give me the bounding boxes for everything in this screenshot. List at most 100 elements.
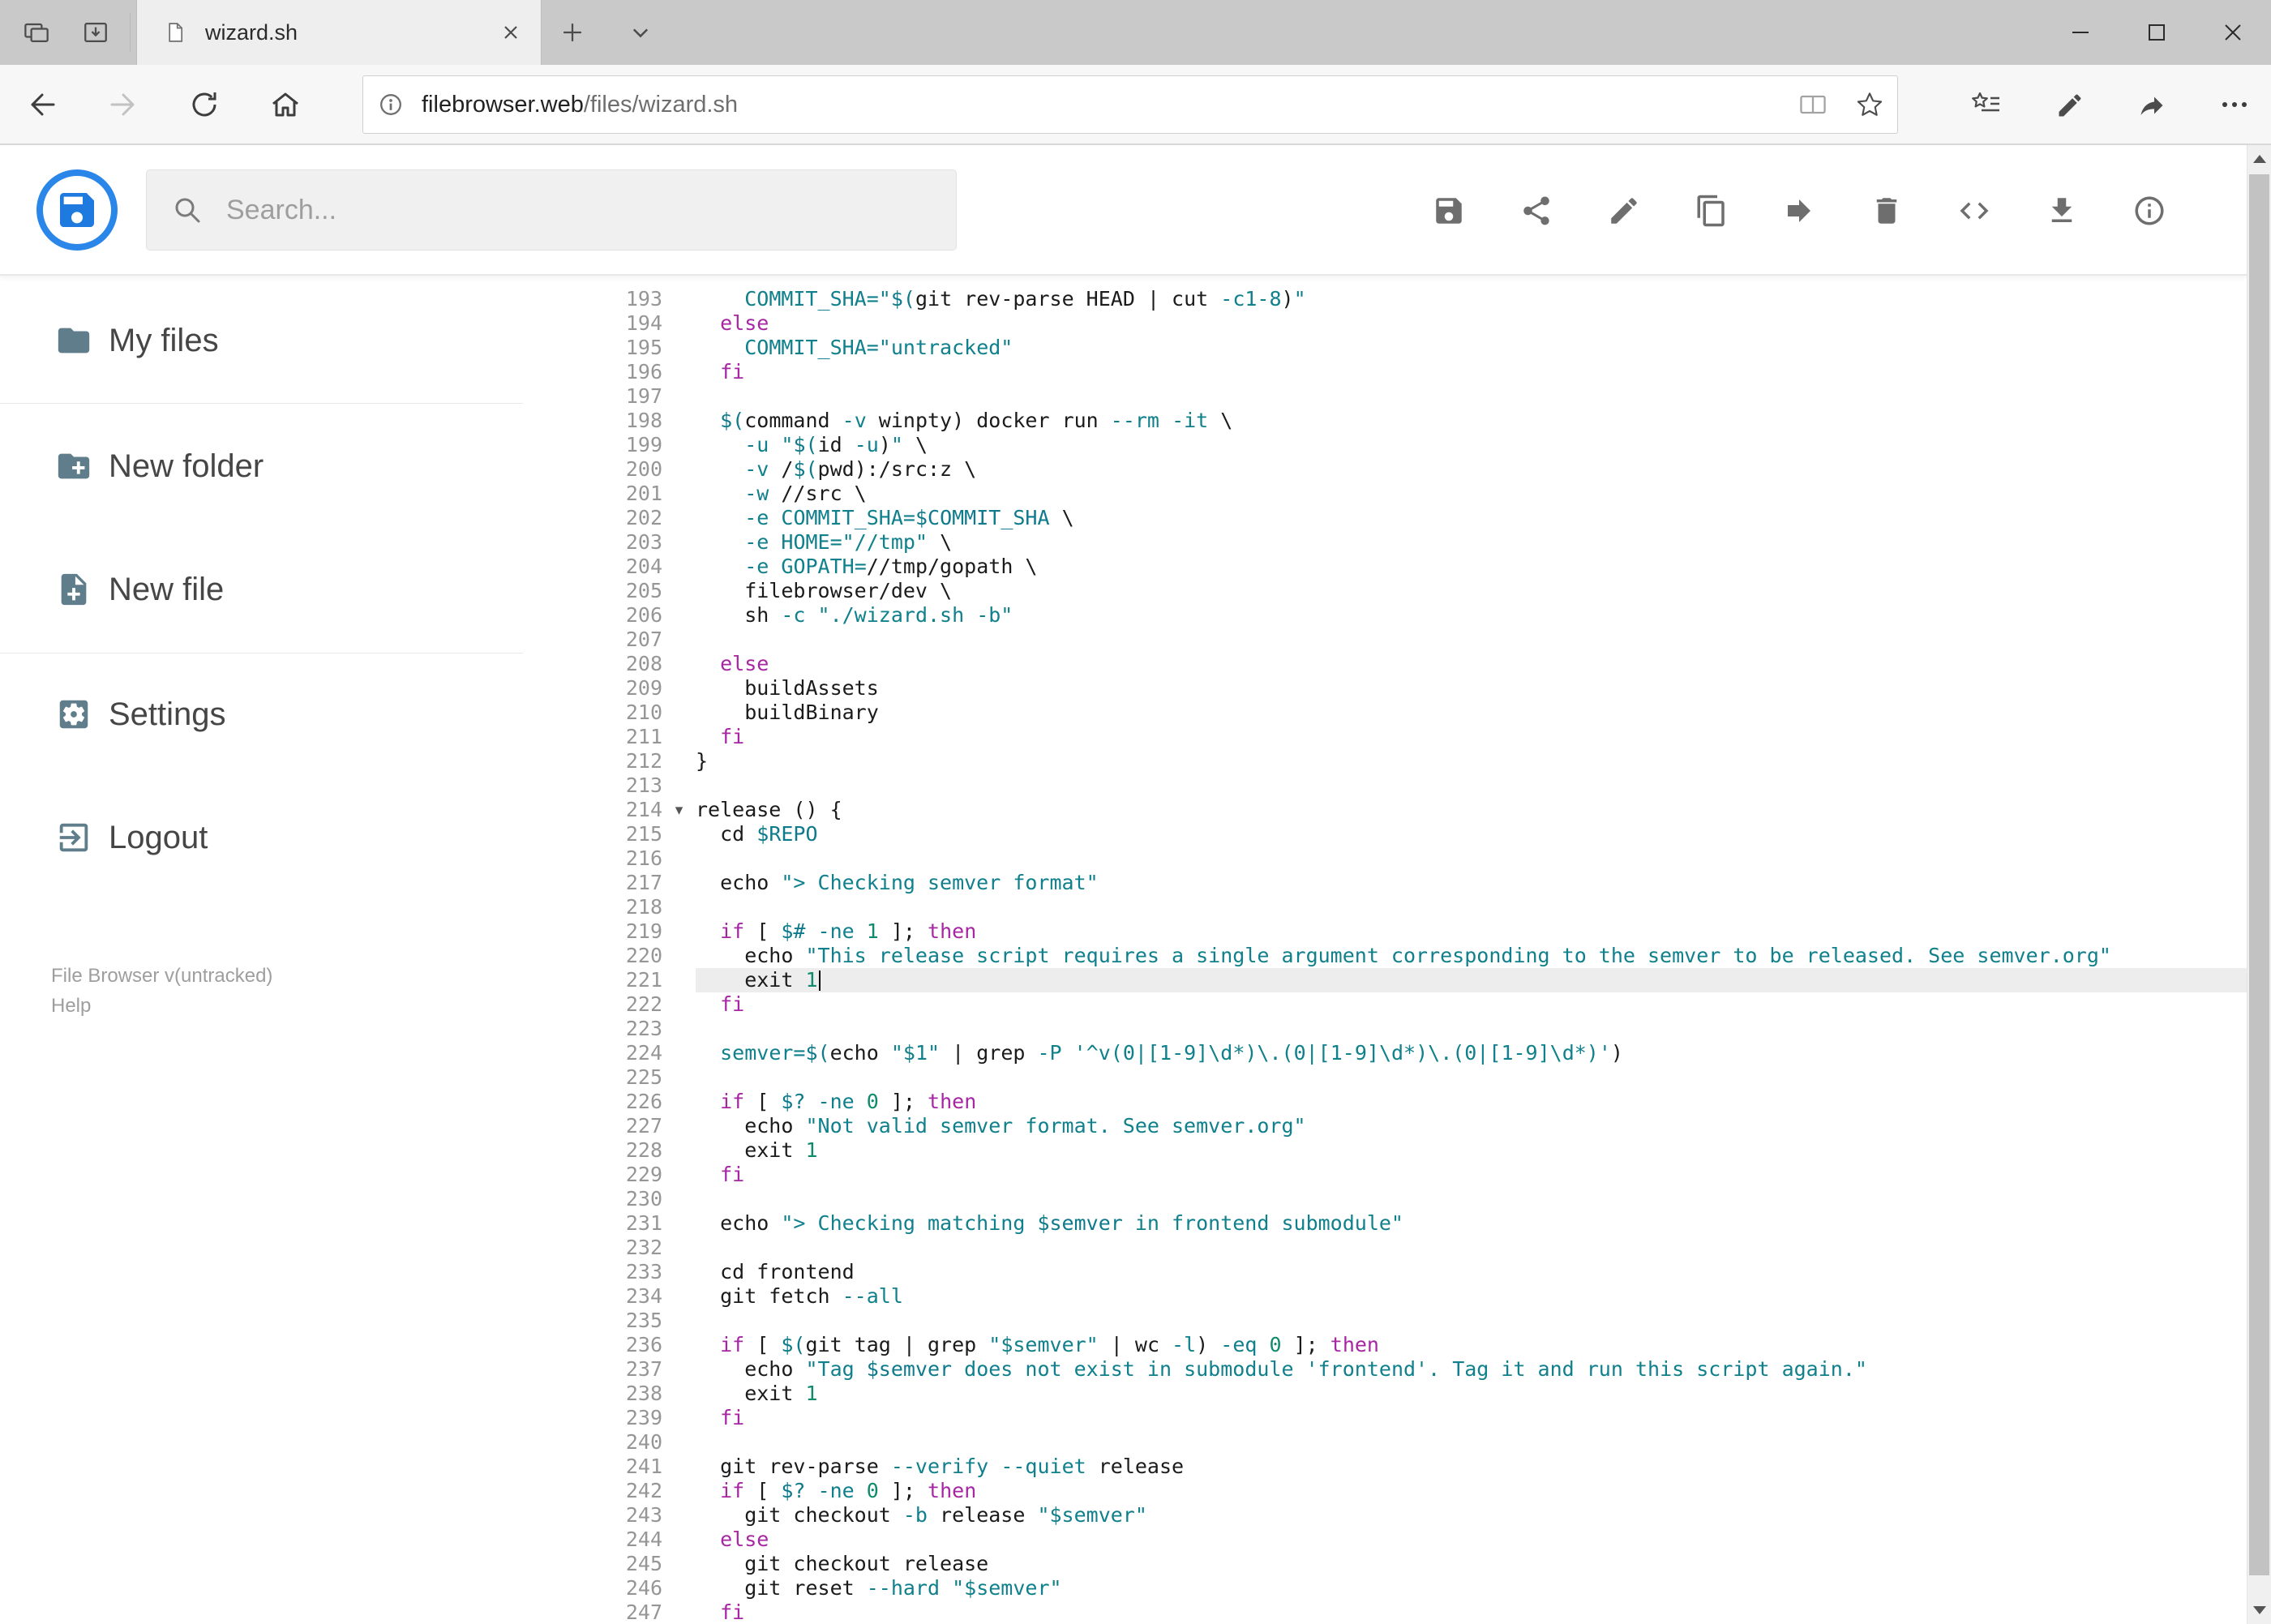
search-bar[interactable] [146,169,957,251]
code-text[interactable]: else [696,652,2247,676]
line-number[interactable]: 196 [523,360,662,384]
info-icon[interactable] [2132,193,2167,229]
favorite-star-icon[interactable] [1853,88,1886,121]
page-info-icon[interactable] [375,88,407,121]
line-number[interactable]: 213 [523,773,662,798]
scroll-down-icon[interactable] [2247,1596,2271,1624]
code-line[interactable]: 197 [523,384,2247,409]
code-line[interactable]: 220 echo "This release script requires a… [523,944,2247,968]
line-number[interactable]: 207 [523,628,662,652]
code-text[interactable]: fi [696,725,2247,749]
refresh-icon[interactable] [186,87,222,122]
code-line[interactable]: 229 fi [523,1163,2247,1187]
code-text[interactable] [696,1309,2247,1333]
code-line[interactable]: 238 exit 1 [523,1382,2247,1406]
line-number[interactable]: 206 [523,603,662,628]
code-text[interactable]: else [696,1528,2247,1552]
back-icon[interactable] [24,87,60,122]
page-scrollbar[interactable] [2247,145,2271,1624]
sidebar-item-settings[interactable]: Settings [0,682,523,747]
code-icon[interactable] [1956,193,1992,229]
code-text[interactable]: if [ $? -ne 0 ]; then [696,1479,2247,1503]
code-line[interactable]: 204 -e GOPATH=//tmp/gopath \ [523,555,2247,579]
code-line[interactable]: 235 [523,1309,2247,1333]
code-line[interactable]: 207 [523,628,2247,652]
line-number[interactable]: 219 [523,919,662,944]
code-text[interactable]: git reset --hard "$semver" [696,1576,2247,1600]
code-line[interactable]: 245 git checkout release [523,1552,2247,1576]
code-line[interactable]: 227 echo "Not valid semver format. See s… [523,1114,2247,1138]
sidebar-item-logout[interactable]: Logout [0,805,523,870]
help-link[interactable]: Help [51,991,91,1021]
tab-close-icon[interactable] [500,22,521,43]
download-icon[interactable] [2044,193,2080,229]
code-line[interactable]: 231 echo "> Checking matching $semver in… [523,1211,2247,1236]
code-line[interactable]: 215 cd $REPO [523,822,2247,846]
scrollbar-thumb[interactable] [2249,174,2269,1575]
line-number[interactable]: 199 [523,433,662,457]
code-line[interactable]: 237 echo "Tag $semver does not exist in … [523,1357,2247,1382]
code-line[interactable]: 211 fi [523,725,2247,749]
code-text[interactable]: COMMIT_SHA="untracked" [696,336,2247,360]
code-text[interactable]: release () { [696,798,2247,822]
line-number[interactable]: 241 [523,1455,662,1479]
code-line[interactable]: 239 fi [523,1406,2247,1430]
code-text[interactable]: exit 1 [696,968,2247,992]
code-text[interactable]: echo "> Checking semver format" [696,871,2247,895]
sidebar-item-new-folder[interactable]: New folder [0,434,523,499]
address-bar[interactable]: filebrowser.web/files/wizard.sh [362,75,1898,134]
code-line[interactable]: 236 if [ $(git tag | grep "$semver" | wc… [523,1333,2247,1357]
code-text[interactable]: fi [696,1600,2247,1624]
code-text[interactable]: -e HOME="//tmp" \ [696,530,2247,555]
code-text[interactable]: COMMIT_SHA="$(git rev-parse HEAD | cut -… [696,287,2247,311]
code-text[interactable]: fi [696,1163,2247,1187]
line-number[interactable]: 236 [523,1333,662,1357]
close-button[interactable] [2195,0,2271,65]
code-text[interactable]: if [ $(git tag | grep "$semver" | wc -l)… [696,1333,2247,1357]
code-text[interactable]: semver=$(echo "$1" | grep -P '^v(0|[1-9]… [696,1041,2247,1065]
code-line[interactable]: 241 git rev-parse --verify --quiet relea… [523,1455,2247,1479]
code-text[interactable] [696,1236,2247,1260]
code-line[interactable]: 230 [523,1187,2247,1211]
tab-preview-icon[interactable] [19,15,54,50]
code-line[interactable]: 226 if [ $? -ne 0 ]; then [523,1090,2247,1114]
code-line[interactable]: 212} [523,749,2247,773]
line-number[interactable]: 212 [523,749,662,773]
code-editor[interactable]: 193 COMMIT_SHA="$(git rev-parse HEAD | c… [523,276,2247,1624]
code-line[interactable]: 203 -e HOME="//tmp" \ [523,530,2247,555]
code-line[interactable]: 213 [523,773,2247,798]
code-text[interactable] [696,1017,2247,1041]
reading-view-icon[interactable] [1797,88,1829,121]
code-text[interactable] [696,773,2247,798]
code-line[interactable]: 200 -v /$(pwd):/src:z \ [523,457,2247,482]
line-number[interactable]: 193 [523,287,662,311]
code-text[interactable]: git fetch --all [696,1284,2247,1309]
code-text[interactable]: -e COMMIT_SHA=$COMMIT_SHA \ [696,506,2247,530]
line-number[interactable]: 225 [523,1065,662,1090]
code-line[interactable]: 222 fi [523,992,2247,1017]
code-line[interactable]: 221 exit 1 [523,968,2247,992]
line-number[interactable]: 194 [523,311,662,336]
code-text[interactable]: echo "Not valid semver format. See semve… [696,1114,2247,1138]
code-line[interactable]: 244 else [523,1528,2247,1552]
line-number[interactable]: 228 [523,1138,662,1163]
code-text[interactable]: fi [696,360,2247,384]
copy-icon[interactable] [1694,193,1729,229]
code-text[interactable]: fi [696,1406,2247,1430]
forward-icon[interactable] [105,87,141,122]
line-number[interactable]: 227 [523,1114,662,1138]
code-text[interactable]: buildBinary [696,701,2247,725]
code-text[interactable]: -u "$(id -u)" \ [696,433,2247,457]
code-line[interactable]: 247 fi [523,1600,2247,1624]
line-number[interactable]: 210 [523,701,662,725]
line-number[interactable]: 205 [523,579,662,603]
code-line[interactable]: 228 exit 1 [523,1138,2247,1163]
line-number[interactable]: 211 [523,725,662,749]
code-text[interactable]: git rev-parse --verify --quiet release [696,1455,2247,1479]
sidebar-item-my-files[interactable]: My files [0,308,523,373]
line-number[interactable]: 247 [523,1600,662,1624]
code-text[interactable] [696,846,2247,871]
code-text[interactable]: } [696,749,2247,773]
more-options-icon[interactable] [2217,87,2252,122]
fold-marker-icon[interactable]: ▾ [662,798,696,822]
